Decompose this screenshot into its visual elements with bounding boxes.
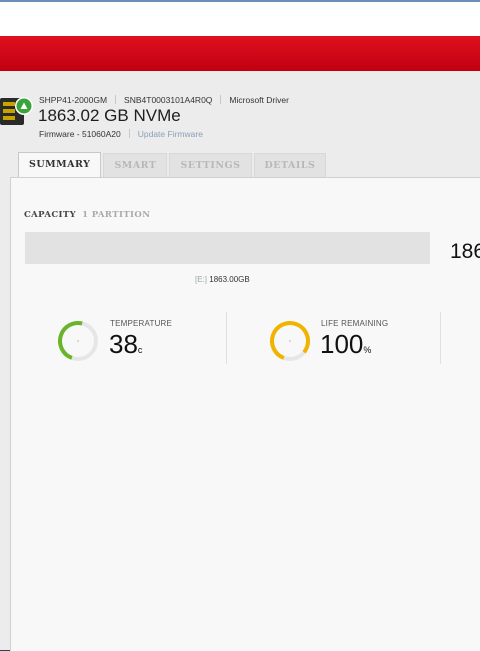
capacity-label: CAPACITY [24, 210, 77, 220]
gauge-center-dot [77, 340, 79, 342]
firmware-line: Firmware - 51060A20 Update Firmware [39, 129, 203, 139]
capacity-bar [25, 232, 430, 264]
temperature-label: TEMPERATURE [110, 319, 173, 328]
tab-details[interactable]: DETAILS [253, 153, 327, 177]
window-top-strip [0, 0, 480, 36]
main-content: SHPP41-2000GM SNB4T0003101A4R0Q Microsoft … [0, 71, 480, 651]
partition-count: 1 PARTITION [82, 210, 151, 220]
tab-settings[interactable]: SETTINGS [169, 153, 252, 177]
drive-model: SHPP41-2000GM [39, 95, 108, 105]
window-edge [0, 0, 480, 2]
life-value: 100 [320, 329, 364, 359]
metric-divider [440, 312, 441, 364]
drive-meta-line: SHPP41-2000GM SNB4T0003101A4R0Q Microsoft … [39, 95, 289, 105]
temperature-value: 38 [109, 329, 138, 359]
life-gauge-icon [270, 321, 310, 361]
tab-bar: SUMMARY SMART SETTINGS DETAILS [18, 152, 328, 178]
update-firmware-link[interactable]: Update Firmware [138, 129, 203, 139]
app-header-bar [0, 36, 480, 71]
temperature-value-line: 38c [109, 331, 142, 357]
life-unit: % [363, 345, 372, 355]
divider [115, 95, 117, 104]
ssd-drive-icon [0, 97, 33, 125]
partition-size: 1863.00GB [209, 275, 250, 284]
capacity-heading: CAPACITY 1 PARTITION [24, 210, 150, 220]
partition-label: [E:] 1863.00GB [195, 275, 250, 284]
tab-summary[interactable]: SUMMARY [18, 152, 102, 178]
capacity-total: 186 [450, 240, 480, 263]
drive-title: 1863.02 GB NVMe [38, 106, 181, 125]
gauge-center-dot [289, 340, 291, 342]
drive-driver: Microsoft Driver [229, 95, 289, 105]
life-value-line: 100% [320, 331, 371, 357]
divider [220, 95, 222, 104]
partition-drive-letter: [E:] [195, 275, 208, 284]
temperature-unit: c [137, 345, 143, 355]
divider [128, 129, 130, 138]
metric-divider [226, 312, 227, 364]
drive-serial: SNB4T0003101A4R0Q [124, 95, 213, 105]
life-label: LIFE REMAINING [321, 319, 389, 328]
firmware-version: Firmware - 51060A20 [39, 129, 121, 139]
tab-smart[interactable]: SMART [103, 153, 168, 177]
temperature-gauge-icon [58, 321, 98, 361]
